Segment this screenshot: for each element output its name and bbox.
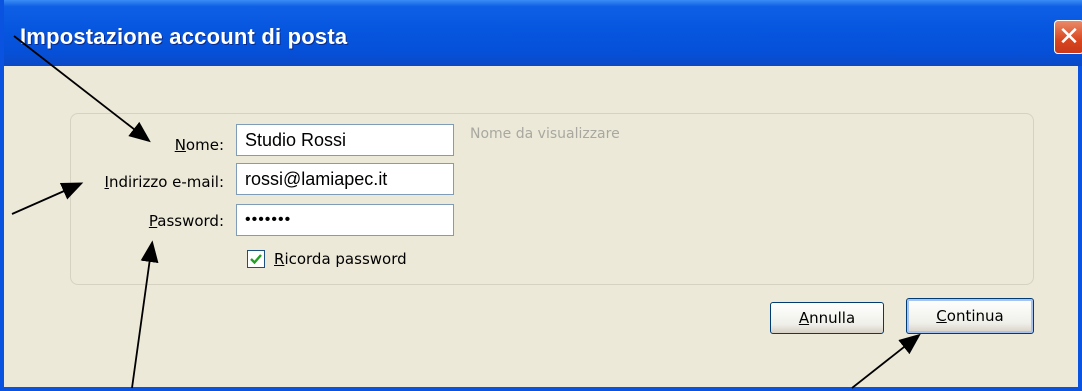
arrow-icon	[131, 240, 159, 389]
arrow-icon	[851, 333, 921, 389]
annotation-arrows	[11, 35, 921, 389]
arrow-icon	[13, 35, 151, 143]
arrow-icon	[11, 182, 84, 215]
